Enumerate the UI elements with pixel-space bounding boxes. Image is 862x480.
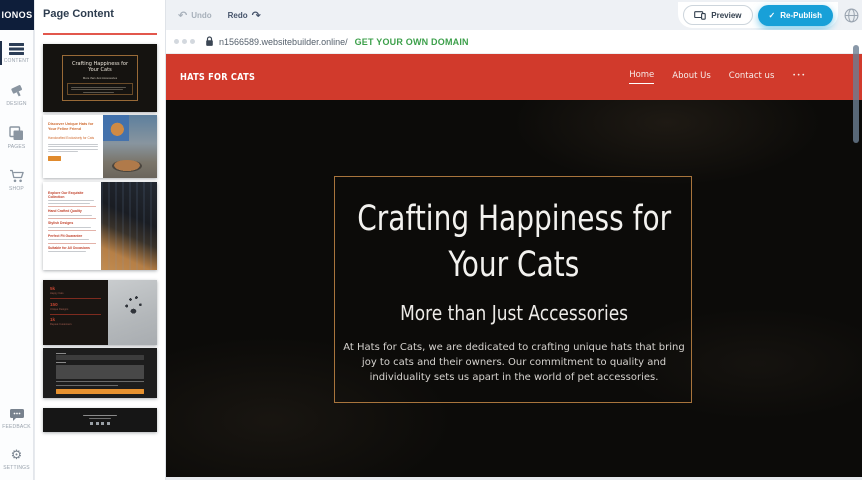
hero-paragraph[interactable]: At Hats for Cats, we are dedicated to cr…: [338, 340, 690, 385]
thumb-form-textarea: [56, 365, 144, 379]
website-builder-app: IONOS CONTENT DESIGN PAGES: [0, 0, 862, 480]
site-url[interactable]: n1566589.websitebuilder.online/: [219, 37, 348, 47]
editor-topbar: ↶ Undo Redo ↷ Preview ✓: [166, 0, 862, 30]
language-globe-button[interactable]: [844, 8, 859, 28]
thumb-feature-heading: Explore Our Exquisite Collection: [48, 191, 96, 199]
browser-window-dots: [174, 39, 195, 44]
shop-cart-icon: [9, 169, 25, 183]
thumb-feature-heading: Suitable for All Occasions: [48, 246, 96, 250]
site-nav: Home About Us Contact us •••: [629, 70, 848, 84]
section-thumbnail-contact-form[interactable]: [43, 348, 157, 398]
preview-browser-bar: n1566589.websitebuilder.online/ GET YOUR…: [166, 30, 862, 54]
thumb-stat-label: Repeat Customers: [50, 323, 101, 326]
section-thumbnail-discover[interactable]: Discover Unique Hats for Your Feline Fri…: [43, 115, 157, 178]
globe-icon: [844, 8, 859, 23]
get-domain-link[interactable]: GET YOUR OWN DOMAIN: [355, 37, 469, 47]
preview-button[interactable]: Preview: [683, 5, 752, 25]
sidebar-item-label: SETTINGS: [3, 465, 30, 471]
republish-label: Re-Publish: [780, 11, 822, 20]
thumb-stat-value: 5k: [50, 286, 101, 291]
sidebar-item-design[interactable]: DESIGN: [0, 76, 33, 113]
pages-icon: [9, 126, 24, 141]
sidebar-item-shop[interactable]: SHOP: [0, 162, 33, 198]
thumb-hero-heading: Crafting Happiness for Your Cats: [67, 61, 133, 74]
thumb-discover-photo: [103, 115, 157, 178]
hero-text-block[interactable]: Crafting Happiness for Your Cats More th…: [204, 196, 824, 385]
thumb-stat-label: Unique Designs: [50, 308, 101, 311]
thumb-form-submit-button: [56, 389, 144, 394]
sidebar-item-feedback[interactable]: FEEDBACK: [0, 401, 33, 436]
gear-icon: ⚙: [11, 449, 23, 462]
undo-icon: ↶: [178, 9, 187, 22]
sidebar-item-label: SHOP: [9, 186, 24, 192]
sidebar-item-content[interactable]: CONTENT: [0, 36, 33, 70]
panel-title-underline: [43, 33, 157, 35]
thumb-stat-value: 1k: [50, 317, 101, 322]
preview-label: Preview: [711, 11, 741, 20]
thumb-discover-button: [48, 156, 61, 161]
site-hero-section[interactable]: Crafting Happiness for Your Cats More th…: [166, 100, 862, 477]
publish-actions: Preview ✓ Re-Publish: [678, 2, 838, 28]
section-thumbnail-stats[interactable]: 5k Happy Cats 150 Unique Designs 1k Repe…: [43, 280, 157, 345]
hero-heading-line1: Crafting Happiness for: [357, 196, 671, 242]
republish-button[interactable]: ✓ Re-Publish: [758, 5, 833, 26]
sidebar-item-label: FEEDBACK: [2, 424, 31, 430]
section-thumbnail-features[interactable]: Explore Our Exquisite Collection Hand Cr…: [43, 182, 157, 270]
site-scrollbar-thumb[interactable]: [853, 45, 859, 143]
site-header[interactable]: HATS FOR CATS Home About Us Contact us •…: [166, 54, 862, 100]
devices-icon: [694, 11, 706, 20]
editor-canvas: ↶ Undo Redo ↷ Preview ✓: [166, 0, 862, 480]
sidebar-item-label: CONTENT: [4, 58, 30, 64]
hero-heading-line2: Your Cats: [449, 242, 580, 288]
sidebar-item-settings[interactable]: ⚙ SETTINGS: [0, 442, 33, 477]
undo-button[interactable]: ↶ Undo: [178, 9, 212, 22]
page-content-panel: Page Content Crafting Happiness for Your…: [35, 0, 166, 480]
nav-more-button[interactable]: •••: [792, 72, 806, 82]
thumb-features-text: Explore Our Exquisite Collection Hand Cr…: [43, 182, 101, 270]
thumb-stats-photo: [108, 280, 157, 345]
thumb-stat-label: Happy Cats: [50, 292, 101, 295]
redo-icon: ↷: [252, 9, 261, 22]
thumb-stat-value: 150: [50, 302, 101, 307]
design-icon: [9, 83, 25, 98]
section-thumbnail-footer[interactable]: [43, 408, 157, 432]
feedback-bubble-icon: [9, 408, 25, 421]
section-thumbnail-hero[interactable]: Crafting Happiness for Your Cats More th…: [43, 44, 157, 112]
thumb-form-input: [56, 355, 144, 360]
undo-label: Undo: [191, 11, 211, 20]
hero-heading[interactable]: Crafting Happiness for Your Cats: [204, 196, 824, 288]
thumb-hero-frame: Crafting Happiness for Your Cats More th…: [62, 55, 138, 102]
nav-link-about[interactable]: About Us: [672, 71, 710, 84]
panel-title: Page Content: [43, 8, 114, 20]
thumb-discover-subheading: Handcrafted Exclusively for Cats: [48, 136, 98, 140]
redo-label: Redo: [228, 11, 248, 20]
site-preview[interactable]: HATS FOR CATS Home About Us Contact us •…: [166, 54, 862, 477]
lock-icon: [205, 36, 214, 47]
ionos-logo: IONOS: [0, 0, 34, 30]
tool-sidebar: IONOS CONTENT DESIGN PAGES: [0, 0, 34, 480]
site-logo[interactable]: HATS FOR CATS: [180, 72, 255, 83]
thumb-stats-text: 5k Happy Cats 150 Unique Designs 1k Repe…: [43, 280, 108, 345]
sidebar-item-label: PAGES: [8, 144, 26, 150]
content-icon: [9, 43, 24, 55]
thumb-discover-text: Discover Unique Hats for Your Feline Fri…: [43, 115, 103, 178]
redo-button[interactable]: Redo ↷: [228, 9, 261, 22]
thumb-feature-heading: Hand Crafted Quality: [48, 209, 96, 213]
thumb-features-photo: [101, 182, 157, 270]
thumb-feature-heading: Perfect Fit Guarantee: [48, 234, 96, 238]
thumb-hero-subheading: More than Just Accessories: [67, 76, 133, 80]
thumb-feature-heading: Stylish Designs: [48, 221, 96, 225]
thumb-footer-social-icons: [90, 422, 110, 425]
hero-subheading[interactable]: More than Just Accessories: [204, 301, 824, 325]
thumb-discover-heading: Discover Unique Hats for Your Feline Fri…: [48, 122, 98, 133]
sidebar-item-label: DESIGN: [6, 101, 26, 107]
sidebar-item-pages[interactable]: PAGES: [0, 119, 33, 156]
nav-link-home[interactable]: Home: [629, 70, 654, 84]
check-icon: ✓: [769, 11, 776, 20]
thumb-hero-paragraph: [67, 83, 133, 96]
nav-link-contact[interactable]: Contact us: [729, 71, 775, 84]
